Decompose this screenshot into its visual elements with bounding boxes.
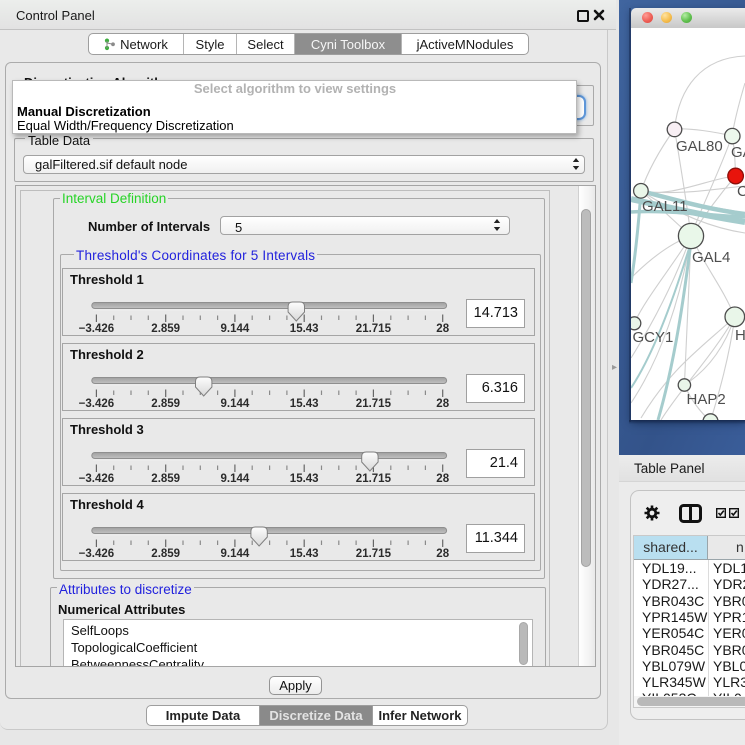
svg-text:2.859: 2.859 xyxy=(151,473,180,485)
svg-text:C: C xyxy=(737,183,745,200)
svg-text:21.715: 21.715 xyxy=(356,398,392,410)
svg-text:2.859: 2.859 xyxy=(151,323,180,335)
svg-text:28: 28 xyxy=(436,323,449,335)
svg-text:28: 28 xyxy=(436,548,449,560)
svg-text:15.43: 15.43 xyxy=(290,473,319,485)
svg-text:9.144: 9.144 xyxy=(221,473,250,485)
svg-text:H: H xyxy=(735,327,745,344)
svg-text:21.715: 21.715 xyxy=(356,323,392,335)
svg-text:21.715: 21.715 xyxy=(356,548,392,560)
svg-text:28: 28 xyxy=(436,473,449,485)
svg-text:GAL3: GAL3 xyxy=(731,144,745,161)
svg-text:28: 28 xyxy=(436,398,449,410)
svg-text:−3.426: −3.426 xyxy=(79,323,115,335)
svg-text:9.144: 9.144 xyxy=(221,323,250,335)
svg-text:−3.426: −3.426 xyxy=(79,398,115,410)
svg-text:21.715: 21.715 xyxy=(356,473,392,485)
svg-text:2.859: 2.859 xyxy=(151,398,180,410)
svg-text:GCY1: GCY1 xyxy=(633,329,674,346)
svg-text:2.859: 2.859 xyxy=(151,548,180,560)
svg-text:GAL80: GAL80 xyxy=(676,138,723,155)
svg-text:9.144: 9.144 xyxy=(221,548,250,560)
svg-text:−3.426: −3.426 xyxy=(79,548,115,560)
svg-text:9.144: 9.144 xyxy=(221,398,250,410)
svg-text:15.43: 15.43 xyxy=(290,398,319,410)
svg-text:15.43: 15.43 xyxy=(290,548,319,560)
svg-text:HAP2: HAP2 xyxy=(687,391,726,408)
svg-text:−3.426: −3.426 xyxy=(79,473,115,485)
svg-text:15.43: 15.43 xyxy=(290,323,319,335)
svg-text:GAL4: GAL4 xyxy=(692,249,730,266)
svg-text:GAL11: GAL11 xyxy=(642,198,688,215)
